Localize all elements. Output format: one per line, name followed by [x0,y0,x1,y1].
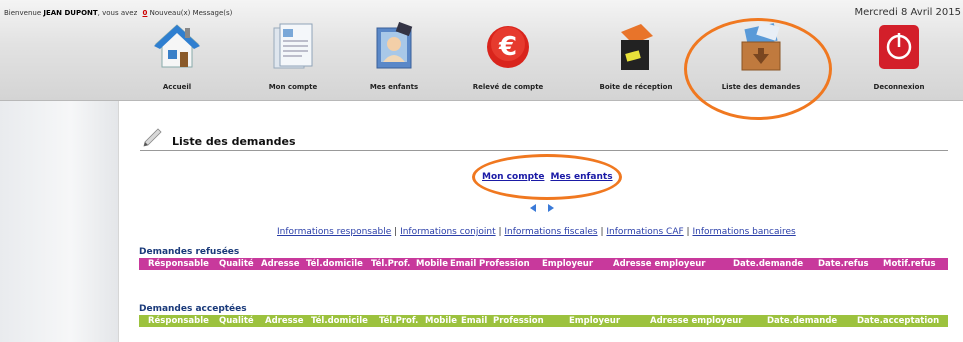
column-header: Date.demande [767,316,838,326]
nav-mes-enfants[interactable]: Mes enfants [339,21,449,94]
column-header: Adresse [265,316,304,326]
accepted-section-title: Demandes acceptées [139,304,247,314]
svg-text:€: € [498,32,517,62]
welcome-prefix: Bienvenue [4,9,42,17]
welcome-message: Bienvenue JEAN DUPONT, vous avez 0 Nouve… [4,9,232,17]
separator: | [600,227,604,237]
column-header: Résponsable [148,316,209,326]
top-navigation-bar: Bienvenue JEAN DUPONT, vous avez 0 Nouve… [0,0,963,101]
info-link-responsable[interactable]: Informations responsable [277,227,391,237]
column-header: Mobile [416,259,448,269]
info-link-bancaires[interactable]: Informations bancaires [692,227,795,237]
inbox-icon [611,22,661,72]
nav-deconnexion[interactable]: Deconnexion [844,22,954,94]
page-title: Liste des demandes [172,135,296,148]
nav-mon-compte[interactable]: Mon compte [238,22,348,94]
column-header: Date.refus [818,259,869,269]
message-count-link[interactable]: 0 [143,9,148,17]
nav-accueil[interactable]: Accueil [122,22,232,94]
column-header: Tél.domicile [311,316,368,326]
left-sidebar [0,101,119,342]
refused-section-title: Demandes refusées [139,247,240,257]
nav-liste-des-demandes[interactable]: Liste des demandes [706,21,816,94]
page-title-row: Liste des demandes [140,128,948,151]
column-header: Résponsable [148,259,209,269]
info-link-conjoint[interactable]: Informations conjoint [400,227,496,237]
column-header: Date.demande [733,259,804,269]
info-link-caf[interactable]: Informations CAF [606,227,683,237]
nav-label-boite-de-reception: Boite de réception [599,83,673,91]
document-icon [268,22,318,72]
info-link-fiscales[interactable]: Informations fiscales [504,227,597,237]
photo-icon [369,21,419,72]
nav-label-liste-des-demandes: Liste des demandes [721,83,801,91]
nav-label-mes-enfants: Mes enfants [369,83,419,91]
nav-label-mon-compte: Mon compte [268,83,318,91]
info-links: Informations responsable | Informations … [277,227,796,237]
column-header: Qualité [219,259,254,269]
current-date: Mercredi 8 Avril 2015 [854,7,961,18]
arrow-right-icon[interactable] [548,204,554,212]
user-name: JEAN DUPONT [43,9,98,17]
message-label: Nouveau(x) Message(s) [149,9,233,17]
sub-navigation-links: Mon compte Mes enfants [482,172,619,182]
column-header: Tél.Prof. [379,316,419,326]
mes-enfants-link[interactable]: Mes enfants [550,172,612,182]
pencil-icon [142,128,164,152]
column-header: Tél.domicile [306,259,363,269]
nav-label-releve-de-compte: Relevé de compte [472,83,544,91]
column-header: Mobile [425,316,457,326]
box-download-icon [736,21,786,72]
column-header: Profession [479,259,530,269]
column-header: Employeur [569,316,621,326]
separator: | [686,227,690,237]
column-header: Email [450,259,477,269]
column-header: Motif.refus [883,259,936,269]
column-header: Qualité [219,316,254,326]
column-header: Employeur [542,259,594,269]
nav-releve-de-compte[interactable]: € Relevé de compte [453,22,563,94]
column-header: Email [461,316,488,326]
separator: | [498,227,502,237]
column-header: Adresse employeur [650,316,743,326]
column-header: Profession [493,316,544,326]
house-icon [152,22,202,72]
nav-label-deconnexion: Deconnexion [873,83,925,91]
welcome-mid: , vous avez [97,9,138,17]
nav-label-accueil: Accueil [162,83,192,91]
arrow-left-icon[interactable] [530,204,536,212]
nav-boite-de-reception[interactable]: Boite de réception [581,22,691,94]
separator: | [394,227,398,237]
refused-table-header: Résponsable Qualité Adresse Tél.domicile… [139,258,948,270]
power-icon [874,22,924,72]
column-header: Adresse [261,259,300,269]
euro-icon: € [483,22,533,72]
mon-compte-link[interactable]: Mon compte [482,172,544,182]
column-header: Adresse employeur [613,259,706,269]
column-header: Date.acceptation [857,316,940,326]
accepted-table-header: Résponsable Qualité Adresse Tél.domicile… [139,315,948,327]
column-header: Tél.Prof. [371,259,411,269]
